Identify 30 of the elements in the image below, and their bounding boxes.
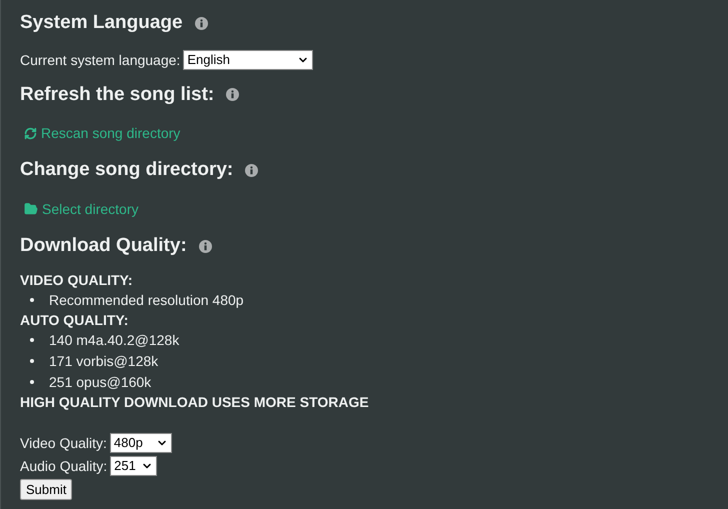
field-label: Video Quality:: [20, 434, 107, 453]
quality-dropdown[interactable]: 251: [110, 456, 158, 476]
folder-icon: [24, 202, 38, 216]
action-link[interactable]: Select directory: [24, 198, 138, 220]
action-link[interactable]: Rescan song directory: [24, 123, 180, 144]
field-label: Audio Quality:: [20, 456, 108, 476]
quality-heading: VIDEO QUALITY:: [20, 270, 134, 290]
section-title: Download Quality:: [20, 234, 187, 258]
quality-dropdown[interactable]: 480p: [110, 433, 172, 453]
refresh-icon: [24, 127, 37, 140]
quality-heading: AUTO QUALITY:: [20, 310, 130, 330]
bullet: [30, 359, 34, 363]
bullet: [30, 298, 34, 302]
quality-item: 140 m4a.40.2@128k: [49, 330, 180, 350]
info-icon[interactable]: [198, 240, 212, 253]
quality-item: Recommended resolution 480p: [49, 290, 244, 310]
quality-item: 251 opus@160k: [49, 372, 152, 392]
bullet: [30, 338, 34, 342]
info-icon[interactable]: [245, 164, 258, 177]
language-dropdown[interactable]: English: [183, 50, 314, 70]
submit-button[interactable]: Submit: [20, 478, 72, 500]
section-title: Refresh the song list:: [20, 82, 214, 106]
storage-note: HIGH QUALITY DOWNLOAD USES MORE STORAGE: [20, 392, 370, 412]
field-label: Current system language:: [20, 50, 180, 70]
quality-item: 171 vorbis@128k: [49, 352, 158, 370]
info-icon[interactable]: [226, 88, 240, 102]
section-title: Change song directory:: [20, 158, 234, 182]
section-title: System Language: [20, 11, 183, 35]
bullet: [30, 380, 34, 384]
info-icon[interactable]: [194, 16, 208, 30]
